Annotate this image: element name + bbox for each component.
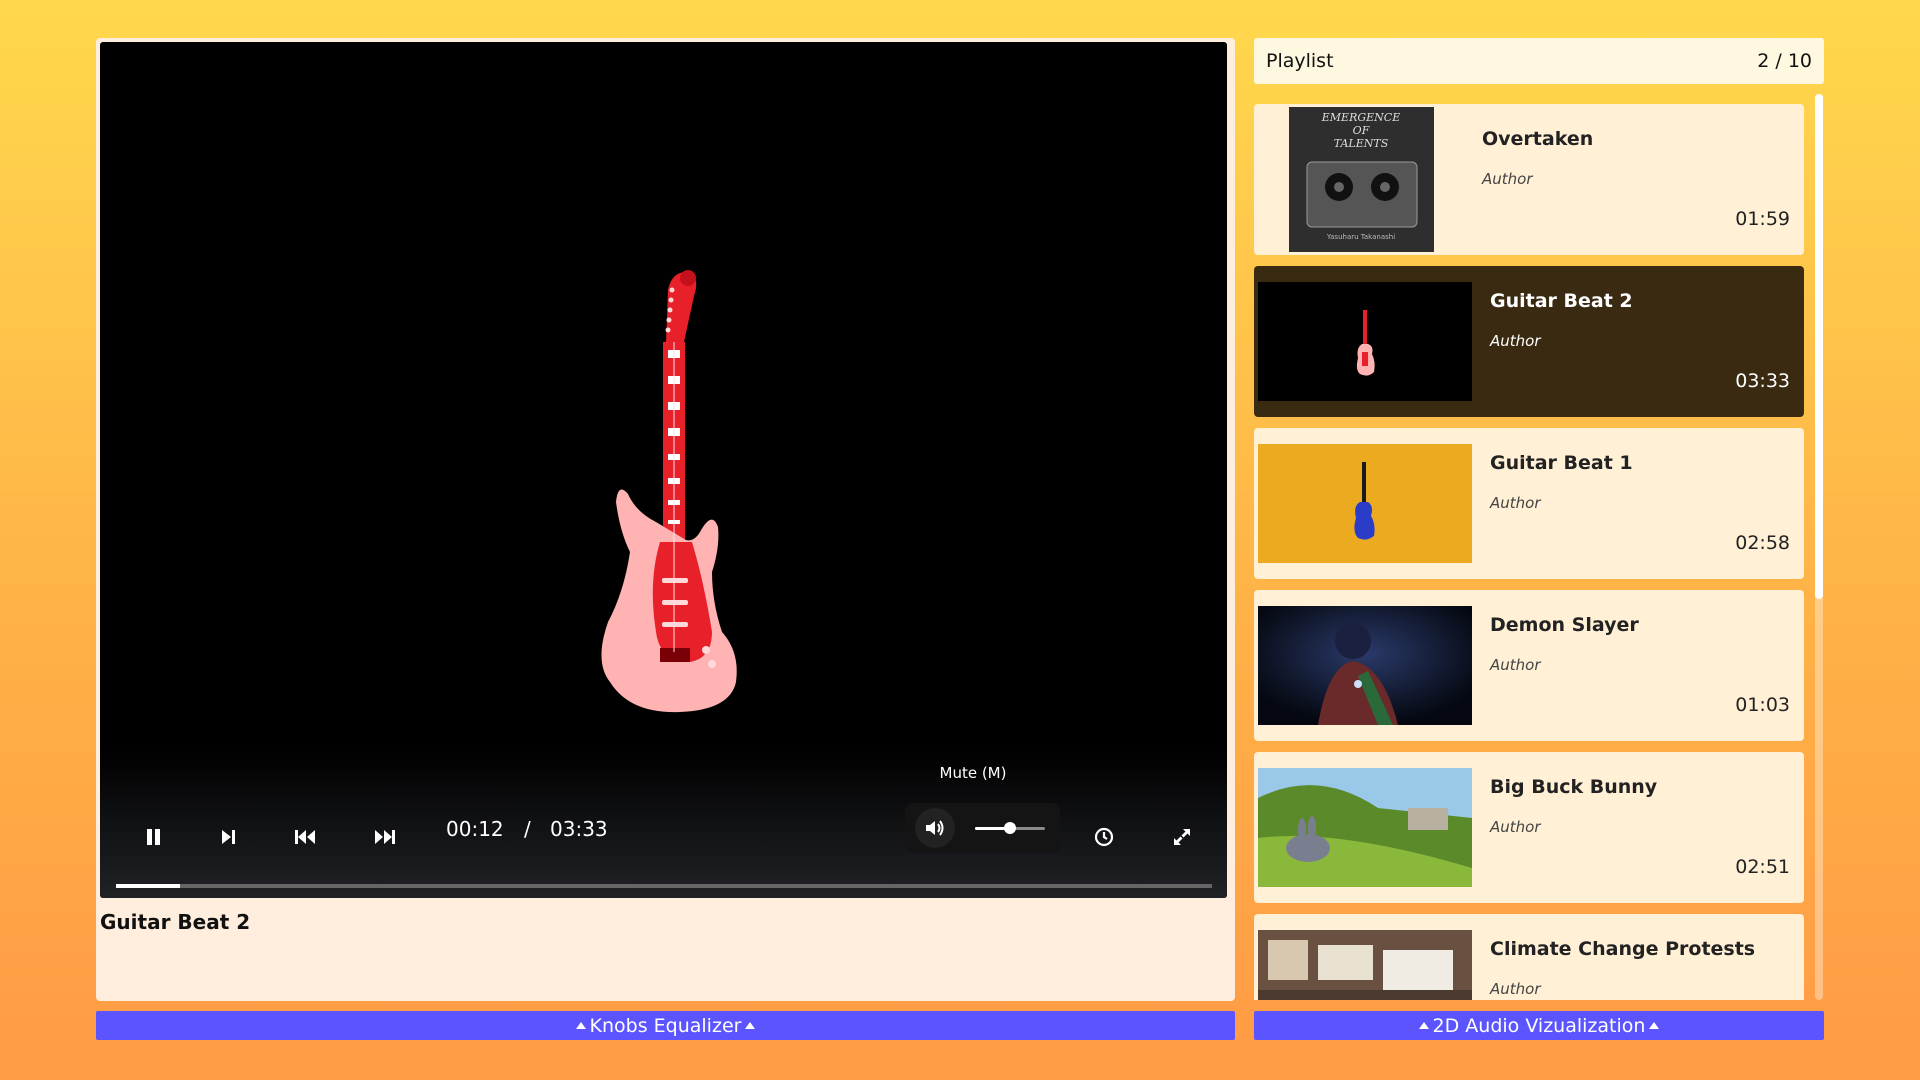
playlist: EMERGENCE OF TALENTS Yasuharu Takanashi …	[1254, 104, 1804, 1000]
fullscreen-button[interactable]	[1162, 817, 1202, 857]
time-separator: /	[524, 817, 531, 841]
item-author: Author	[1490, 980, 1541, 998]
video-thumbnail	[1258, 930, 1472, 1000]
playlist-header: Playlist 2 / 10	[1254, 38, 1824, 84]
video-thumbnail	[1258, 606, 1472, 725]
seek-bar[interactable]	[116, 884, 1212, 888]
playlist-item-climate-change-protests[interactable]: Climate Change Protests Author	[1254, 914, 1804, 1000]
arrow-up-icon	[575, 1022, 586, 1029]
next-button[interactable]	[365, 817, 405, 857]
mute-tooltip: Mute (M)	[939, 764, 1007, 782]
previous-icon	[295, 830, 315, 844]
next-frame-icon	[222, 830, 235, 844]
cover-artist-text: Yasuharu Takanashi	[1326, 233, 1395, 241]
fullscreen-icon	[1174, 829, 1190, 845]
mute-button[interactable]	[915, 808, 955, 848]
item-title: Overtaken	[1482, 128, 1594, 150]
item-author: Author	[1482, 170, 1533, 188]
arrow-up-icon	[1649, 1022, 1660, 1029]
album-cover-thumbnail: EMERGENCE OF TALENTS Yasuharu Takanashi	[1289, 107, 1434, 252]
item-title: Guitar Beat 2	[1490, 290, 1633, 312]
item-title: Guitar Beat 1	[1490, 452, 1633, 474]
arrow-up-icon	[1418, 1022, 1429, 1029]
volume-icon	[926, 820, 944, 836]
cover-text-3: TALENTS	[1334, 137, 1389, 150]
playlist-item-guitar-beat-2[interactable]: Guitar Beat 2 Author 03:33	[1254, 266, 1804, 417]
current-time: 00:12	[446, 817, 504, 841]
item-title: Big Buck Bunny	[1490, 776, 1658, 798]
item-duration: 01:59	[1735, 208, 1790, 230]
item-author: Author	[1490, 332, 1541, 350]
playlist-scrollbar-thumb[interactable]	[1815, 94, 1823, 599]
visualizer-label: 2D Audio Vizualization	[1432, 1014, 1646, 1037]
playlist-title: Playlist	[1266, 50, 1334, 72]
video-thumbnail	[1258, 282, 1472, 401]
video-thumbnail	[1258, 768, 1472, 887]
player-card: 00:12 / 03:33 Mute (M) Guitar Beat 2	[96, 38, 1235, 1001]
playlist-item-overtaken[interactable]: EMERGENCE OF TALENTS Yasuharu Takanashi …	[1254, 104, 1804, 255]
cover-text-2: OF	[1353, 124, 1370, 137]
playlist-item-guitar-beat-1[interactable]: Guitar Beat 1 Author 02:58	[1254, 428, 1804, 579]
arrow-up-icon	[745, 1022, 756, 1029]
step-forward-button[interactable]	[208, 817, 248, 857]
pause-button[interactable]	[134, 817, 174, 857]
volume-control	[905, 803, 1060, 853]
video-player[interactable]: 00:12 / 03:33 Mute (M)	[100, 42, 1227, 898]
item-duration: 02:58	[1735, 532, 1790, 554]
total-duration: 03:33	[550, 817, 608, 841]
equalizer-toggle-bar[interactable]: Knobs Equalizer	[96, 1011, 1235, 1040]
playlist-scrollbar[interactable]	[1815, 94, 1823, 1000]
equalizer-label: Knobs Equalizer	[589, 1014, 742, 1037]
seek-bar-progress	[116, 884, 180, 888]
visualizer-toggle-bar[interactable]: 2D Audio Vizualization	[1254, 1011, 1824, 1040]
item-duration: 02:51	[1735, 856, 1790, 878]
playlist-position: 2 / 10	[1757, 50, 1812, 72]
pause-icon	[147, 829, 160, 845]
item-duration: 01:03	[1735, 694, 1790, 716]
item-author: Author	[1490, 494, 1541, 512]
item-title: Demon Slayer	[1490, 614, 1639, 636]
cover-text-1: EMERGENCE	[1321, 111, 1401, 124]
previous-button[interactable]	[285, 817, 325, 857]
item-author: Author	[1490, 656, 1541, 674]
volume-slider[interactable]	[975, 822, 1045, 834]
volume-slider-handle[interactable]	[1004, 822, 1016, 834]
playlist-item-demon-slayer[interactable]: Demon Slayer Author 01:03	[1254, 590, 1804, 741]
clock-icon	[1094, 827, 1114, 847]
video-thumbnail	[1258, 444, 1472, 563]
skip-next-icon	[375, 830, 395, 844]
item-author: Author	[1490, 818, 1541, 836]
playlist-item-big-buck-bunny[interactable]: Big Buck Bunny Author 02:51	[1254, 752, 1804, 903]
item-duration: 03:33	[1735, 370, 1790, 392]
playback-speed-button[interactable]	[1084, 817, 1124, 857]
now-playing-title: Guitar Beat 2	[100, 910, 251, 934]
item-title: Climate Change Protests	[1490, 938, 1756, 960]
